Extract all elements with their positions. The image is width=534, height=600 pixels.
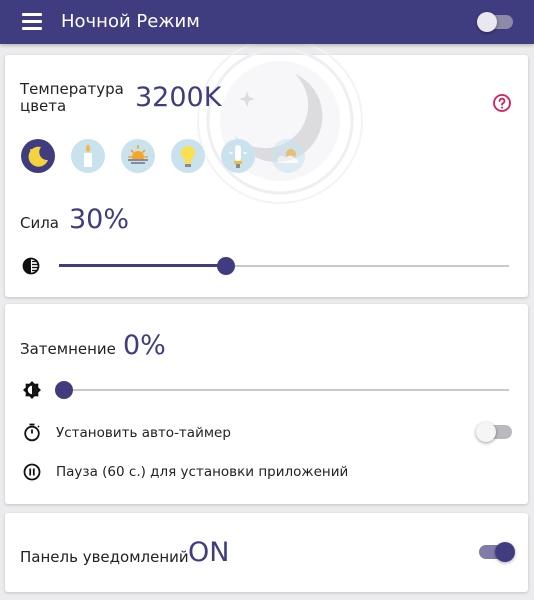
fluorescent-lamp-icon	[229, 145, 247, 168]
brightness-icon	[22, 380, 42, 400]
notification-value: ON	[188, 537, 230, 568]
dim-value: 0%	[123, 330, 166, 361]
preset-sunset[interactable]	[121, 139, 155, 173]
preset-candle[interactable]	[71, 139, 105, 173]
notification-toggle[interactable]	[479, 542, 515, 562]
dim-label: Затемнение	[20, 340, 116, 358]
color-temperature-label: Температура цвета	[20, 80, 124, 115]
intensity-slider[interactable]	[59, 257, 509, 275]
pause-icon	[22, 462, 42, 482]
intensity-label: Сила	[20, 214, 60, 232]
color-temperature-card: Температура цвета 3200K Сила 30%	[5, 38, 528, 297]
dim-card: Затемнение 0% Установить авто-таймер Пау…	[5, 304, 528, 504]
pause-label[interactable]: Пауза (60 с.) для установки приложений	[56, 464, 348, 480]
candle-icon	[84, 144, 92, 167]
help-icon[interactable]	[492, 93, 512, 113]
night-mode-master-toggle[interactable]	[477, 12, 513, 32]
contrast-icon	[21, 256, 41, 276]
daylight-icon	[277, 149, 299, 163]
intensity-slider-thumb[interactable]	[216, 257, 235, 275]
dim-slider[interactable]	[55, 381, 509, 399]
notification-card: Панель уведомлений ON	[5, 513, 528, 592]
app-title: Ночной Режим	[61, 11, 200, 32]
moon-icon	[28, 146, 48, 167]
auto-timer-toggle[interactable]	[476, 422, 512, 442]
sunset-icon	[126, 145, 150, 169]
intensity-value: 30%	[69, 204, 130, 235]
moon-watermark-icon	[195, 36, 365, 206]
dim-slider-thumb[interactable]	[55, 381, 73, 399]
preset-lightbulb[interactable]	[171, 139, 205, 173]
preset-fluorescent[interactable]	[221, 139, 255, 173]
app-bar: Ночной Режим	[0, 0, 534, 44]
preset-daylight[interactable]	[271, 139, 305, 173]
auto-timer-label: Установить авто-таймер	[56, 425, 231, 441]
notification-label: Панель уведомлений	[20, 548, 189, 566]
timer-icon	[22, 422, 42, 442]
menu-icon[interactable]	[22, 13, 42, 30]
preset-moon[interactable]	[21, 139, 55, 173]
color-temperature-value: 3200K	[135, 82, 222, 113]
lightbulb-icon	[181, 146, 195, 167]
